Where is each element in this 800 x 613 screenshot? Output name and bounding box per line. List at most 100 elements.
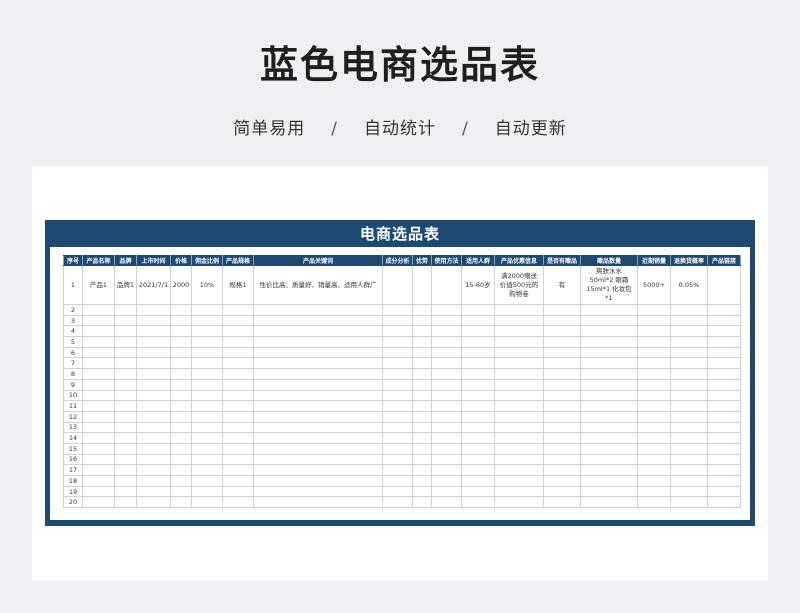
table-cell[interactable] — [382, 346, 413, 359]
table-cell[interactable] — [191, 432, 223, 444]
table-cell[interactable] — [543, 304, 581, 316]
table-cell[interactable] — [670, 453, 708, 466]
table-cell[interactable] — [170, 496, 192, 509]
table-cell[interactable] — [461, 368, 495, 380]
table-cell[interactable] — [494, 442, 544, 455]
table-cell[interactable] — [222, 442, 254, 455]
table-cell[interactable] — [412, 453, 432, 466]
table-cell[interactable] — [82, 378, 115, 391]
table-cell[interactable] — [412, 314, 432, 327]
cell-return-rate[interactable]: 0.05% — [670, 265, 708, 305]
table-cell[interactable] — [253, 314, 383, 327]
table-cell[interactable] — [136, 368, 171, 380]
table-cell[interactable] — [222, 496, 254, 509]
table-cell[interactable] — [114, 496, 137, 509]
table-cell[interactable] — [412, 496, 432, 509]
table-cell[interactable] — [82, 485, 115, 498]
column-header[interactable]: 产品优惠信息 — [494, 255, 544, 266]
table-cell[interactable] — [543, 475, 581, 487]
table-cell[interactable] — [412, 357, 432, 370]
table-cell[interactable] — [253, 304, 383, 316]
table-cell[interactable] — [222, 475, 254, 487]
table-cell[interactable] — [136, 357, 171, 370]
table-cell[interactable] — [412, 485, 432, 498]
table-cell[interactable] — [580, 421, 638, 434]
table-cell[interactable] — [637, 442, 671, 455]
column-header[interactable]: 产品关键词 — [253, 255, 383, 266]
table-cell[interactable] — [670, 346, 708, 359]
table-cell[interactable] — [543, 432, 581, 444]
table-cell[interactable] — [707, 485, 741, 498]
table-cell[interactable] — [707, 475, 741, 487]
table-cell[interactable] — [253, 357, 383, 370]
table-cell[interactable] — [253, 496, 383, 509]
table-cell[interactable] — [461, 475, 495, 487]
table-cell[interactable] — [580, 432, 638, 444]
cell-index[interactable]: 10 — [63, 389, 83, 402]
table-cell[interactable] — [431, 357, 462, 370]
table-cell[interactable] — [191, 389, 223, 402]
table-cell[interactable] — [494, 314, 544, 327]
table-cell[interactable] — [580, 336, 638, 348]
column-header[interactable]: 产品链接 — [707, 255, 741, 266]
column-header[interactable]: 赠品数量 — [580, 255, 638, 266]
table-cell[interactable] — [222, 325, 254, 338]
table-cell[interactable] — [580, 400, 638, 412]
table-cell[interactable] — [170, 453, 192, 466]
table-cell[interactable] — [580, 389, 638, 402]
table-cell[interactable] — [82, 464, 115, 476]
table-cell[interactable] — [431, 475, 462, 487]
table-cell[interactable] — [253, 336, 383, 348]
table-cell[interactable] — [412, 410, 432, 423]
table-cell[interactable] — [412, 346, 432, 359]
table-cell[interactable] — [543, 325, 581, 338]
table-cell[interactable] — [461, 485, 495, 498]
table-cell[interactable] — [136, 485, 171, 498]
table-cell[interactable] — [494, 421, 544, 434]
table-cell[interactable] — [543, 400, 581, 412]
table-cell[interactable] — [461, 453, 495, 466]
table-cell[interactable] — [191, 421, 223, 434]
cell-index[interactable]: 16 — [63, 453, 83, 466]
table-cell[interactable] — [494, 496, 544, 509]
table-cell[interactable] — [222, 357, 254, 370]
table-cell[interactable] — [170, 464, 192, 476]
table-cell[interactable] — [494, 485, 544, 498]
table-cell[interactable] — [580, 453, 638, 466]
table-cell[interactable] — [637, 389, 671, 402]
table-cell[interactable] — [637, 432, 671, 444]
column-header[interactable]: 价格 — [170, 255, 192, 266]
cell-brand[interactable]: 品牌1 — [114, 265, 137, 305]
table-cell[interactable] — [412, 421, 432, 434]
table-cell[interactable] — [670, 400, 708, 412]
table-cell[interactable] — [82, 400, 115, 412]
table-cell[interactable] — [543, 378, 581, 391]
cell-index[interactable]: 8 — [63, 368, 83, 380]
cell-has-gift[interactable]: 有 — [543, 265, 581, 305]
cell-keywords[interactable]: 性价比高、质量好、销量高、适用人群广 — [253, 265, 383, 305]
table-cell[interactable] — [136, 464, 171, 476]
table-cell[interactable] — [82, 346, 115, 359]
cell-index[interactable]: 1 — [63, 265, 83, 305]
cell-commission[interactable]: 10% — [191, 265, 223, 305]
table-cell[interactable] — [431, 464, 462, 476]
table-cell[interactable] — [431, 485, 462, 498]
table-cell[interactable] — [494, 400, 544, 412]
table-cell[interactable] — [191, 475, 223, 487]
table-cell[interactable] — [222, 464, 254, 476]
table-cell[interactable] — [670, 421, 708, 434]
table-cell[interactable] — [580, 357, 638, 370]
table-cell[interactable] — [114, 368, 137, 380]
table-cell[interactable] — [431, 400, 462, 412]
cell-launch-date[interactable]: 2021/7/1 — [136, 265, 171, 305]
table-cell[interactable] — [114, 485, 137, 498]
cell-promotion[interactable]: 满2000赠送价值500元的购物卷 — [494, 265, 544, 305]
table-cell[interactable] — [382, 314, 413, 327]
table-cell[interactable] — [170, 346, 192, 359]
table-cell[interactable] — [707, 400, 741, 412]
table-cell[interactable] — [82, 442, 115, 455]
table-cell[interactable] — [382, 485, 413, 498]
table-cell[interactable] — [253, 378, 383, 391]
cell-sales[interactable]: 5000+ — [637, 265, 671, 305]
table-cell[interactable] — [543, 421, 581, 434]
